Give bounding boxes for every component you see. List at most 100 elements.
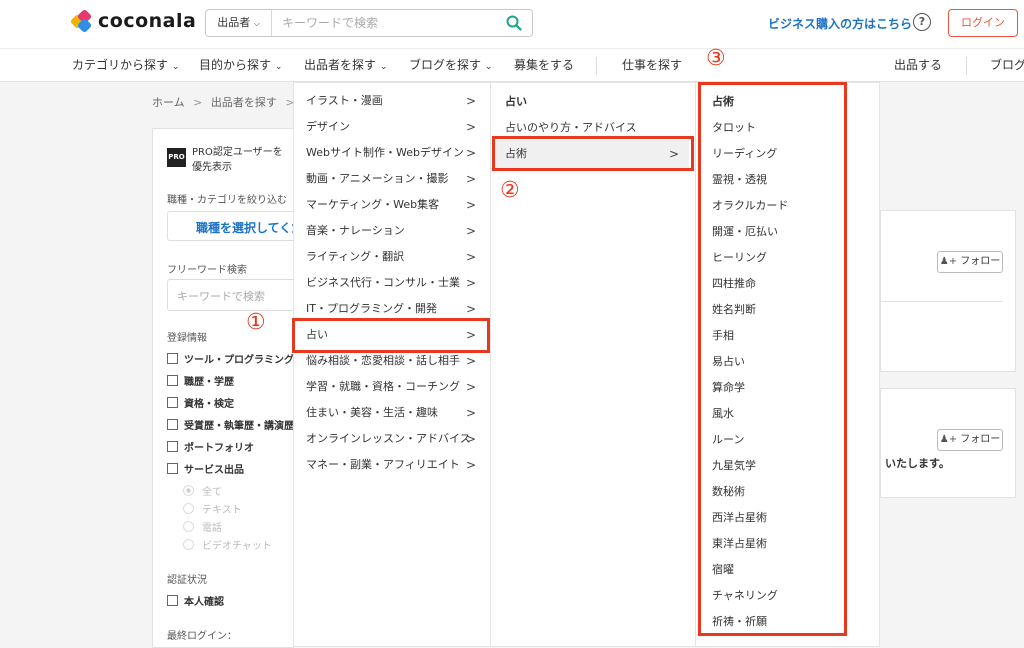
menu-item-writing[interactable]: ライティング・翻訳 > bbox=[306, 244, 490, 270]
pro-line1: PRO認定ユーザーを bbox=[192, 147, 283, 158]
menu-item-label: 悩み相談・恋愛相談・話し相手 bbox=[306, 354, 460, 367]
chevron-down-icon: ⌄ bbox=[484, 62, 493, 72]
menu-item-business[interactable]: ビジネス代行・コンサル・士業 > bbox=[306, 270, 490, 296]
highlight-box-methods bbox=[492, 136, 694, 171]
coconala-logo[interactable]: coconala bbox=[69, 8, 197, 34]
highlight-box-method-list bbox=[698, 82, 847, 636]
menu-item-label: 学習・就職・資格・コーチング bbox=[306, 380, 460, 393]
radio-icon bbox=[183, 539, 194, 550]
nav-purpose[interactable]: 目的から探す ⌄ bbox=[199, 49, 282, 83]
filter-sidebar: PRO PRO認定ユーザーを 優先表示 職種・カテゴリを絞り込む 職種を選択して… bbox=[152, 128, 294, 648]
category-select-button[interactable]: 職種を選択してくだ bbox=[167, 211, 294, 241]
radio-label: 電話 bbox=[202, 523, 222, 534]
freeword-label: フリーワード検索 bbox=[167, 265, 247, 276]
chevron-right-icon: > bbox=[465, 94, 476, 108]
radio-text[interactable]: テキスト bbox=[183, 501, 242, 516]
menu-item-label: マネー・副業・アフィリエイト bbox=[306, 458, 460, 471]
annotation-1: ① bbox=[246, 310, 266, 335]
chevron-right-icon: > bbox=[465, 276, 476, 290]
checkbox-icon bbox=[167, 595, 178, 606]
checkbox-icon bbox=[167, 375, 178, 386]
checkbox-label: 資格・検定 bbox=[184, 399, 234, 410]
header: coconala 出品者 ⌵ キーワードで検索 ビジネス購入の方はこちら ? ロ… bbox=[0, 0, 1024, 48]
checkbox-portfolio[interactable]: ポートフォリオ bbox=[167, 439, 254, 454]
breadcrumb-home[interactable]: ホーム bbox=[152, 96, 185, 109]
nav-find-job[interactable]: 仕事を探す bbox=[622, 49, 682, 81]
auth-label: 認証状況 bbox=[167, 575, 207, 586]
business-purchase-link[interactable]: ビジネス購入の方はこちら bbox=[768, 15, 912, 32]
nav-recruit[interactable]: 募集をする bbox=[514, 49, 574, 81]
nav-sell[interactable]: 出品する bbox=[894, 49, 942, 81]
checkbox-icon bbox=[167, 353, 178, 364]
checkbox-career[interactable]: 職歴・学歴 bbox=[167, 373, 234, 388]
radio-phone[interactable]: 電話 bbox=[183, 519, 222, 534]
checkbox-icon bbox=[167, 441, 178, 452]
chevron-right-icon: > bbox=[465, 198, 476, 212]
radio-video[interactable]: ビデオチャット bbox=[183, 537, 272, 552]
breadcrumb-seller[interactable]: 出品者を探す bbox=[211, 96, 277, 109]
breadcrumb: ホーム > 出品者を探す > す bbox=[152, 94, 314, 110]
follow-button[interactable]: ♟+ フォロー bbox=[937, 429, 1003, 451]
checkbox-license[interactable]: 資格・検定 bbox=[167, 395, 234, 410]
submenu-title: 占い bbox=[505, 95, 527, 108]
category-select-label: 職種を選択してくだ bbox=[196, 221, 294, 235]
checkbox-label: サービス出品 bbox=[184, 465, 244, 476]
nav-category[interactable]: カテゴリから探す ⌄ bbox=[72, 49, 179, 83]
seller-card: ♟+ フォロー bbox=[880, 210, 1016, 372]
checkbox-icon bbox=[167, 397, 178, 408]
menu-item-label: オンラインレッスン・アドバイス bbox=[306, 432, 471, 445]
menu-item-learning[interactable]: 学習・就職・資格・コーチング > bbox=[306, 374, 490, 400]
menu-item-marketing[interactable]: マーケティング・Web集客 > bbox=[306, 192, 490, 218]
global-nav: カテゴリから探す ⌄ 目的から探す ⌄ 出品者を探す ⌄ ブログを探す ⌄ 募集… bbox=[0, 48, 1024, 82]
menu-item-illustration[interactable]: イラスト・漫画 > bbox=[306, 88, 490, 114]
search-icon[interactable] bbox=[506, 15, 522, 31]
checkbox-label: 職歴・学歴 bbox=[184, 377, 234, 388]
checkbox-label: ツール・プログラミング bbox=[184, 355, 294, 366]
search-input[interactable]: キーワードで検索 bbox=[282, 10, 378, 36]
checkbox-icon bbox=[167, 419, 178, 430]
card-snippet: いたします。 bbox=[885, 457, 950, 470]
chevron-down-icon: ⌄ bbox=[171, 62, 180, 72]
nav-blog-right[interactable]: ブログ bbox=[990, 49, 1024, 81]
follow-button[interactable]: ♟+ フォロー bbox=[937, 251, 1003, 273]
chevron-right-icon: > bbox=[465, 380, 476, 394]
help-icon[interactable]: ? bbox=[913, 13, 931, 31]
checkbox-icon bbox=[167, 463, 178, 474]
breadcrumb-separator: > bbox=[193, 96, 203, 109]
menu-item-video[interactable]: 動画・アニメーション・撮影 > bbox=[306, 166, 490, 192]
chevron-right-icon: > bbox=[465, 146, 476, 160]
follow-label: フォロー bbox=[960, 434, 1001, 445]
freeword-input[interactable]: キーワードで検索 bbox=[167, 279, 294, 311]
login-button[interactable]: ログイン bbox=[948, 9, 1018, 37]
menu-item-design[interactable]: デザイン > bbox=[306, 114, 490, 140]
nav-blog-label: ブログを探す bbox=[409, 58, 482, 72]
annotation-3: ③ bbox=[706, 46, 726, 71]
chevron-down-icon: ⌄ bbox=[274, 62, 283, 72]
menu-item-music[interactable]: 音楽・ナレーション > bbox=[306, 218, 490, 244]
checkbox-awards[interactable]: 受賞歴・執筆歴・講演歴 bbox=[167, 417, 294, 432]
menu-item-label: IT・プログラミング・開発 bbox=[306, 302, 437, 315]
logo-text: coconala bbox=[98, 10, 197, 32]
chevron-right-icon: > bbox=[465, 432, 476, 446]
nav-divider bbox=[966, 57, 967, 75]
radio-icon bbox=[183, 521, 194, 532]
checkbox-service[interactable]: サービス出品 bbox=[167, 461, 244, 476]
radio-label: 全て bbox=[202, 487, 222, 498]
nav-blog[interactable]: ブログを探す ⌄ bbox=[409, 49, 492, 83]
menu-item-money[interactable]: マネー・副業・アフィリエイト > bbox=[306, 452, 490, 478]
menu-item-lifestyle[interactable]: 住まい・美容・生活・趣味 > bbox=[306, 400, 490, 426]
checkbox-identity[interactable]: 本人確認 bbox=[167, 593, 224, 608]
chevron-right-icon: > bbox=[465, 224, 476, 238]
menu-item-lessons[interactable]: オンラインレッスン・アドバイス > bbox=[306, 426, 490, 452]
search-category-select[interactable]: 出品者 ⌵ bbox=[206, 10, 272, 36]
user-plus-icon: ♟+ bbox=[939, 434, 958, 445]
nav-category-label: カテゴリから探す bbox=[72, 58, 169, 72]
menu-item-label: Webサイト制作・Webデザイン bbox=[306, 146, 464, 159]
pro-line2: 優先表示 bbox=[192, 162, 232, 173]
nav-divider bbox=[596, 57, 597, 75]
menu-item-web[interactable]: Webサイト制作・Webデザイン > bbox=[306, 140, 490, 166]
menu-item-label: ライティング・翻訳 bbox=[306, 250, 405, 263]
checkbox-tools[interactable]: ツール・プログラミング bbox=[167, 351, 294, 366]
nav-find-seller[interactable]: 出品者を探す ⌄ bbox=[304, 49, 387, 83]
radio-all[interactable]: 全て bbox=[183, 483, 222, 498]
